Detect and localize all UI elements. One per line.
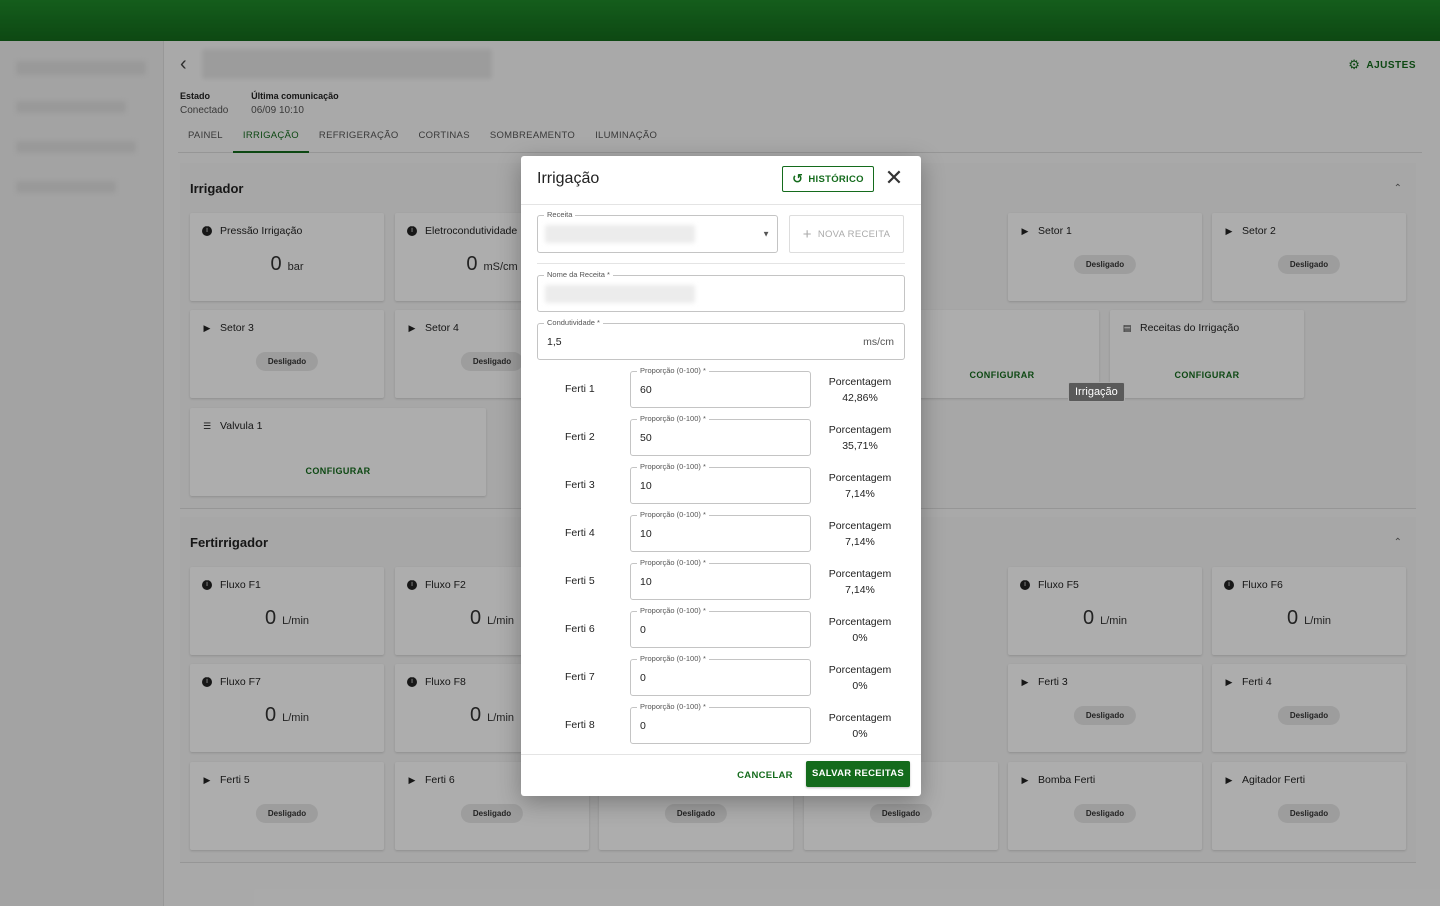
percentage-readout: Porcentagem 0% — [828, 664, 892, 692]
plus-icon: + — [802, 225, 812, 243]
percentage-readout: Porcentagem 7,14% — [828, 520, 892, 548]
recipe-selected-value — [545, 225, 695, 243]
conductivity-field[interactable]: Condutividade * 1,5 ms/cm — [537, 318, 905, 360]
proportion-field[interactable]: Proporção (0-100) * 0 — [630, 702, 811, 744]
proportion-field[interactable]: Proporção (0-100) * 60 — [630, 366, 811, 408]
ferti-label: Ferti 2 — [565, 431, 595, 443]
percentage-readout: Porcentagem 0% — [828, 616, 892, 644]
ferti-label: Ferti 7 — [565, 671, 595, 683]
ferti-label: Ferti 4 — [565, 527, 595, 539]
proportion-field[interactable]: Proporção (0-100) * 10 — [630, 510, 811, 552]
tooltip: Irrigação — [1068, 382, 1125, 402]
proportion-field[interactable]: Proporção (0-100) * 0 — [630, 654, 811, 696]
dialog-title: Irrigação — [537, 170, 600, 187]
proportion-field[interactable]: Proporção (0-100) * 10 — [630, 462, 811, 504]
recipe-select[interactable]: Receita ▼ — [537, 210, 778, 253]
ferti-label: Ferti 5 — [565, 575, 595, 587]
new-recipe-button[interactable]: + NOVA RECEITA — [789, 215, 904, 253]
recipe-name-field[interactable]: Nome da Receita * — [537, 270, 905, 312]
history-icon: ↺ — [792, 171, 804, 186]
cancel-button[interactable]: CANCELAR — [731, 764, 799, 788]
percentage-readout: Porcentagem 7,14% — [828, 472, 892, 500]
irrigation-recipe-dialog: Irrigação ↺ HISTÓRICO ✕ Receita ▼ + NOVA… — [521, 156, 921, 796]
ferti-label: Ferti 8 — [565, 719, 595, 731]
ferti-label: Ferti 3 — [565, 479, 595, 491]
close-icon[interactable]: ✕ — [881, 166, 907, 192]
proportion-field[interactable]: Proporção (0-100) * 0 — [630, 606, 811, 648]
percentage-readout: Porcentagem 0% — [828, 712, 892, 740]
history-button[interactable]: ↺ HISTÓRICO — [782, 166, 874, 192]
caret-down-icon: ▼ — [762, 229, 770, 239]
ferti-label: Ferti 6 — [565, 623, 595, 635]
divider — [521, 204, 921, 205]
recipe-name-value — [545, 284, 695, 303]
ferti-label: Ferti 1 — [565, 383, 595, 395]
percentage-readout: Porcentagem 35,71% — [828, 424, 892, 452]
proportion-field[interactable]: Proporção (0-100) * 50 — [630, 414, 811, 456]
divider — [537, 263, 905, 264]
percentage-readout: Porcentagem 7,14% — [828, 568, 892, 596]
divider — [521, 754, 921, 755]
proportion-field[interactable]: Proporção (0-100) * 10 — [630, 558, 811, 600]
save-recipes-button[interactable]: SALVAR RECEITAS — [806, 761, 910, 787]
percentage-readout: Porcentagem 42,86% — [828, 376, 892, 404]
